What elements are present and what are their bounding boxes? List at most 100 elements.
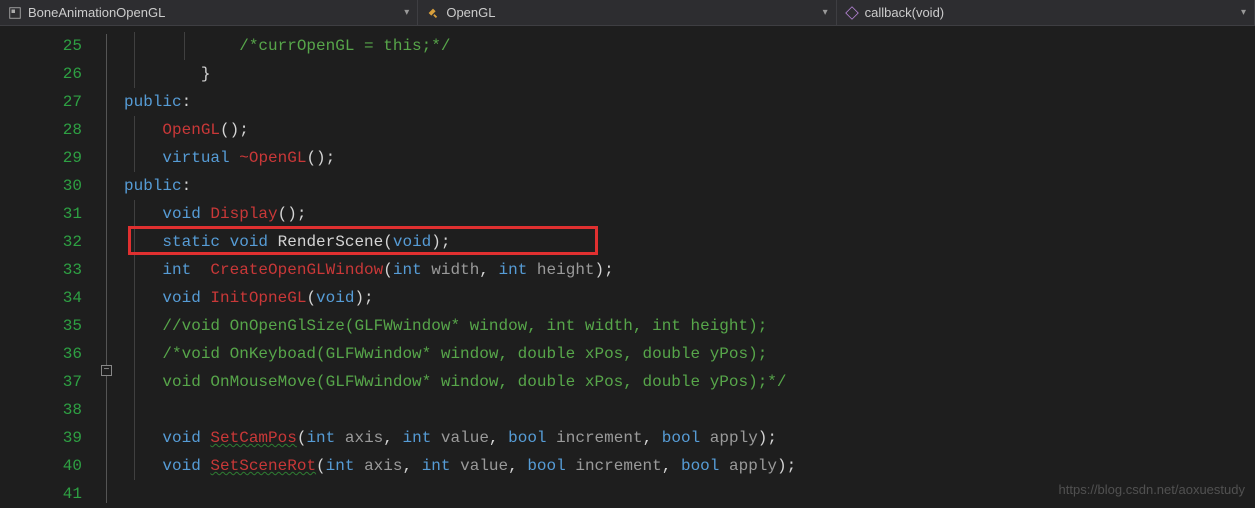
line-number: 34 (0, 284, 82, 312)
line-number: 27 (0, 88, 82, 116)
keyword: int (393, 261, 422, 279)
code-editor[interactable]: 25 26 27 28 29 30 31 32 33 34 35 36 37 3… (0, 26, 1255, 503)
keyword: void (162, 429, 200, 447)
line-number: 28 (0, 116, 82, 144)
method: SetSceneRot (210, 457, 316, 475)
method-icon (845, 6, 859, 20)
chevron-down-icon: ▾ (1241, 7, 1246, 18)
project-icon (8, 6, 22, 20)
line-number: 33 (0, 256, 82, 284)
method: InitOpneGL (210, 289, 306, 307)
paren: ( (383, 233, 393, 251)
line-number: 37 (0, 368, 82, 396)
line-number: 32 (0, 228, 82, 256)
param: width (431, 261, 479, 279)
code-line: public: (124, 172, 1255, 200)
code-line: OpenGL(); (124, 116, 1255, 144)
param: apply (710, 429, 758, 447)
keyword: void (230, 233, 268, 251)
paren: ); (595, 261, 614, 279)
line-number: 38 (0, 396, 82, 424)
comma: , (508, 457, 527, 475)
chevron-down-icon: ▾ (823, 7, 828, 18)
comment: void OnMouseMove(GLFWwindow* window, dou… (162, 373, 786, 391)
line-number: 41 (0, 480, 82, 508)
fold-strip: − (100, 26, 124, 503)
param: value (441, 429, 489, 447)
keyword: int (422, 457, 451, 475)
keyword: bool (662, 429, 700, 447)
method: SetCamPos (210, 429, 296, 447)
line-number: 30 (0, 172, 82, 200)
keyword: public (124, 177, 182, 195)
keyword: int (402, 429, 431, 447)
breadcrumb-class[interactable]: OpenGL ▾ (418, 0, 836, 25)
keyword: void (162, 289, 200, 307)
line-number: 40 (0, 452, 82, 480)
paren: ); (758, 429, 777, 447)
breadcrumb-class-label: OpenGL (446, 5, 816, 20)
code-line: void SetCamPos(int axis, int value, bool… (124, 424, 1255, 452)
comma: , (643, 429, 662, 447)
breadcrumb-project[interactable]: BoneAnimationOpenGL ▾ (0, 0, 418, 25)
code-line: public: (124, 88, 1255, 116)
breadcrumb-toolbar: BoneAnimationOpenGL ▾ OpenGL ▾ callback(… (0, 0, 1255, 26)
keyword: bool (527, 457, 565, 475)
chevron-down-icon: ▾ (404, 7, 409, 18)
paren: ( (297, 429, 307, 447)
param: increment (575, 457, 661, 475)
line-number-gutter: 25 26 27 28 29 30 31 32 33 34 35 36 37 3… (0, 26, 100, 503)
line-number: 36 (0, 340, 82, 368)
param: axis (364, 457, 402, 475)
comment: //void OnOpenGlSize(GLFWwindow* window, … (162, 317, 767, 335)
line-number: 25 (0, 32, 82, 60)
param: apply (729, 457, 777, 475)
keyword: int (499, 261, 528, 279)
code-line: /*void OnKeyboad(GLFWwindow* window, dou… (124, 340, 1255, 368)
keyword: void (162, 457, 200, 475)
code-line: //void OnOpenGlSize(GLFWwindow* window, … (124, 312, 1255, 340)
keyword: void (393, 233, 431, 251)
code-line: void Display(); (124, 200, 1255, 228)
keyword: int (306, 429, 335, 447)
param: value (460, 457, 508, 475)
line-number: 31 (0, 200, 82, 228)
line-number: 26 (0, 60, 82, 88)
class-icon (426, 6, 440, 20)
keyword: void (162, 205, 200, 223)
line-number: 39 (0, 424, 82, 452)
keyword: int (162, 261, 191, 279)
comma: , (402, 457, 421, 475)
fold-toggle[interactable]: − (101, 365, 112, 376)
breadcrumb-project-label: BoneAnimationOpenGL (28, 5, 398, 20)
code-line: int CreateOpenGLWindow(int width, int he… (124, 256, 1255, 284)
fold-guide-line (106, 34, 107, 503)
paren: ( (383, 261, 393, 279)
param: height (537, 261, 595, 279)
comment: /*void OnKeyboad(GLFWwindow* window, dou… (162, 345, 767, 363)
colon: : (182, 177, 192, 195)
comma: , (383, 429, 402, 447)
code-line: void InitOpneGL(void); (124, 284, 1255, 312)
paren: ); (777, 457, 796, 475)
keyword: bool (508, 429, 546, 447)
keyword: int (326, 457, 355, 475)
breadcrumb-method[interactable]: callback(void) ▾ (837, 0, 1255, 25)
keyword: public (124, 93, 182, 111)
method: Display (210, 205, 277, 223)
method: CreateOpenGLWindow (210, 261, 383, 279)
paren: ( (316, 457, 326, 475)
keyword: virtual (162, 149, 229, 167)
paren: ); (431, 233, 450, 251)
comma: , (662, 457, 681, 475)
code-line: void OnMouseMove(GLFWwindow* window, dou… (124, 368, 1255, 396)
dtor: OpenGL (249, 149, 307, 167)
paren: ); (354, 289, 373, 307)
paren: ( (306, 289, 316, 307)
comma: , (489, 429, 508, 447)
parens: (); (220, 121, 249, 139)
breadcrumb-method-label: callback(void) (865, 5, 1235, 20)
code-area[interactable]: /*currOpenGL = this;*/ } public: OpenGL(… (124, 26, 1255, 503)
tilde: ~ (239, 149, 249, 167)
comma: , (479, 261, 498, 279)
